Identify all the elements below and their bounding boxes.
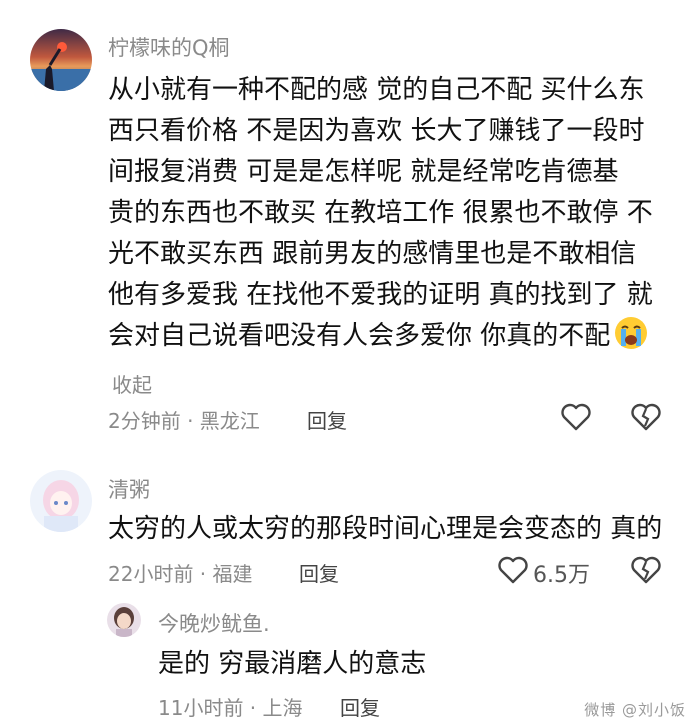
like-count: 6.5万 [533,563,590,588]
comment-text-line: 太穷的人或太穷的那段时间心理是会变态的 真的 [108,514,663,544]
dislike-broken-heart-icon[interactable] [630,555,662,585]
comment-username[interactable]: 清粥 [108,474,150,504]
comment-text-last: 会对自己说看吧没有人会多爱你 你真的不配 [108,321,611,351]
dislike-broken-heart-icon[interactable] [630,402,662,432]
crying-face-icon [615,317,648,349]
avatar-image-icon [107,603,141,637]
heart-outline-icon[interactable] [497,555,529,585]
watermark: 微博 @刘小饭 [584,701,686,719]
comment-text-line: 从小就有一种不配的感 觉的自己不配 买什么东 [108,75,645,105]
reply-button[interactable]: 回复 [307,405,347,434]
comment-text-line: 间报复消费 可是是怎样呢 就是经常吃肯德基 [108,157,619,187]
avatar-image-icon [30,29,92,91]
comment-text: 是的 穷最消磨人的意志 [158,644,426,685]
comment-time-location: 11小时前 · 上海 [158,696,303,720]
comment-text-line: 贵的东西也不敢买 在教培工作 很累也不敢停 不 [108,198,653,228]
comment-text-line: 他有多爱我 在找他不爱我的证明 真的找到了 就 [108,280,653,310]
comment-username[interactable]: 今晚炒鱿鱼. [158,608,270,638]
comment-text-line: 会对自己说看吧没有人会多爱你 你真的不配 [108,316,653,357]
comment-text-line: 西只看价格 不是因为喜欢 长大了赚钱了一段时 [108,116,645,146]
comment-username[interactable]: 柠檬味的Q桐 [108,32,230,62]
comment-text: 从小就有一种不配的感 觉的自己不配 买什么东 西只看价格 不是因为喜欢 长大了赚… [108,70,653,357]
collapse-button[interactable]: 收起 [112,369,152,398]
avatar[interactable] [30,470,92,532]
comment-time-location: 2分钟前 · 黑龙江 [108,409,260,433]
reply-button[interactable]: 回复 [299,558,339,587]
comment-time-location: 22小时前 · 福建 [108,562,253,586]
heart-outline-icon[interactable] [560,402,592,432]
avatar[interactable] [107,603,141,637]
comment-text-line: 光不敢买东西 跟前男友的感情里也是不敢相信 [108,239,637,269]
reply-button[interactable]: 回复 [340,692,380,721]
comment-text-line: 是的 穷最消磨人的意志 [158,649,427,679]
avatar-image-icon [30,470,92,532]
avatar[interactable] [30,29,92,91]
comment-text: 太穷的人或太穷的那段时间心理是会变态的 真的 [108,509,662,550]
